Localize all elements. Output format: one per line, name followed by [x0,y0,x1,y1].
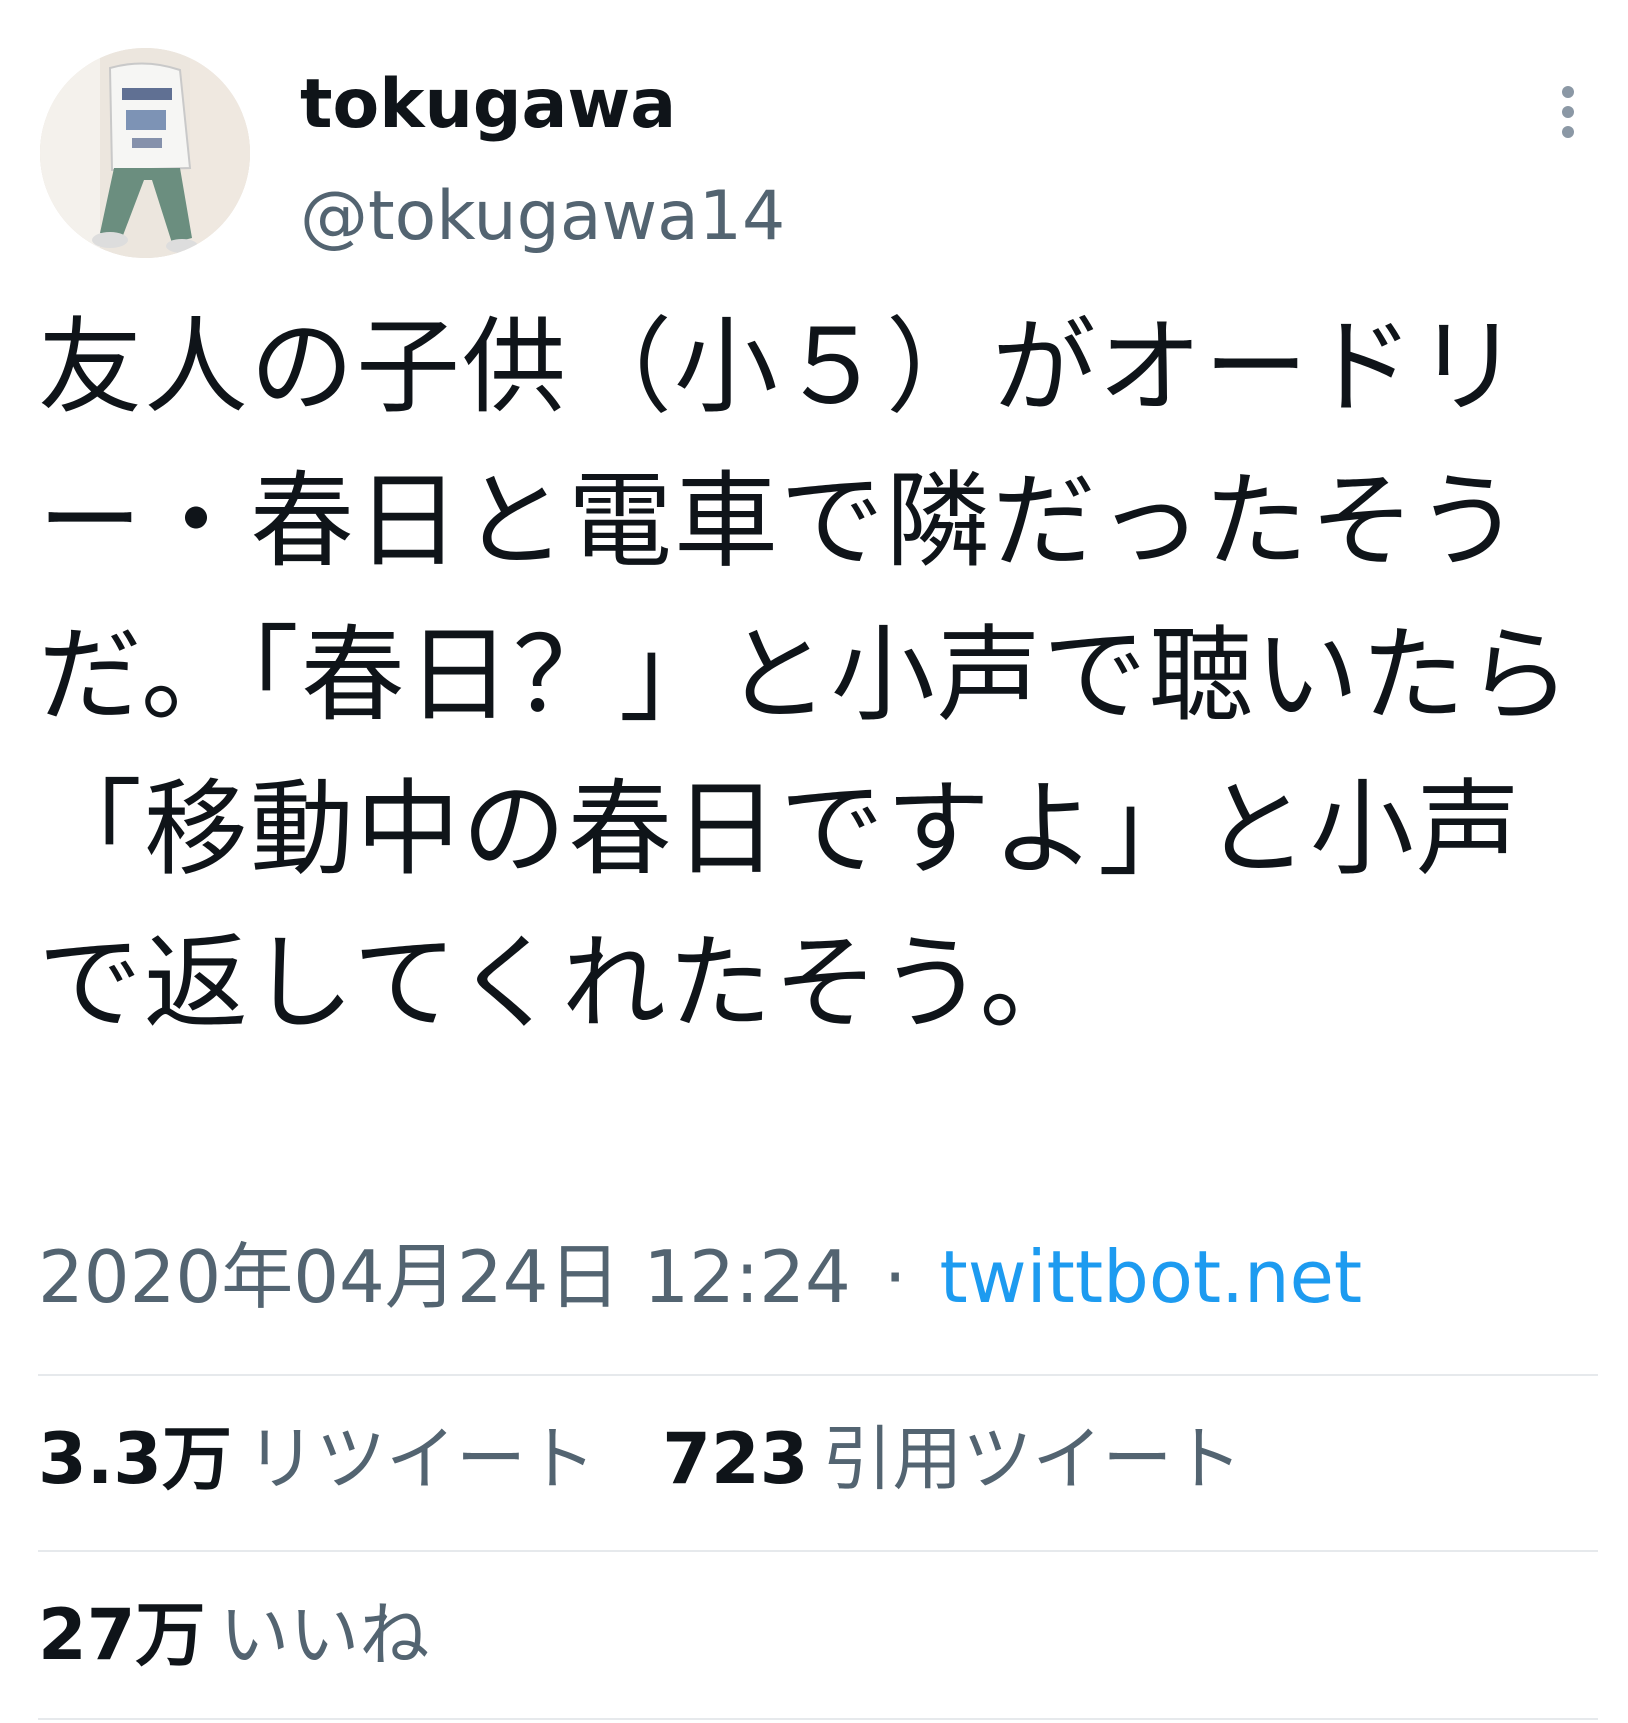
tweet-card: tokugawa @tokugawa14 友人の子供（小５）がオードリー・春日と… [0,0,1628,1723]
tweet-text: 友人の子供（小５）がオードリー・春日と電車で隣だったそうだ。「春日？」と小声で聴… [38,306,1573,1044]
avatar[interactable] [40,48,250,258]
quotes-stat[interactable]: 723 引用ツイート [662,1414,1242,1504]
user-handle[interactable]: @tokugawa14 [300,172,785,262]
tweet-meta: 2020年04月24日 12:24 · twittbot.net [38,1232,1362,1322]
likes-count: 27万 [38,1594,206,1676]
retweets-label: リツイート [246,1418,597,1500]
display-name[interactable]: tokugawa [300,60,676,150]
quotes-count: 723 [662,1418,809,1500]
likes-label: いいね [219,1594,430,1676]
more-vertical-icon [1562,86,1574,138]
divider [38,1718,1598,1720]
divider [38,1550,1598,1552]
retweets-count: 3.3万 [38,1418,233,1500]
divider [38,1374,1598,1376]
stats-row-retweets: 3.3万 リツイート 723 引用ツイート [38,1414,1242,1504]
meta-separator: · [883,1235,907,1319]
tweet-timestamp[interactable]: 2020年04月24日 12:24 [38,1235,851,1319]
more-options-button[interactable] [1538,82,1598,142]
avatar-image [40,48,250,258]
stats-row-likes: 27万 いいね [38,1590,429,1680]
quotes-label: 引用ツイート [822,1418,1243,1500]
retweets-stat[interactable]: 3.3万 リツイート [38,1414,596,1504]
likes-stat[interactable]: 27万 いいね [38,1590,429,1680]
tweet-source-link[interactable]: twittbot.net [940,1235,1363,1319]
